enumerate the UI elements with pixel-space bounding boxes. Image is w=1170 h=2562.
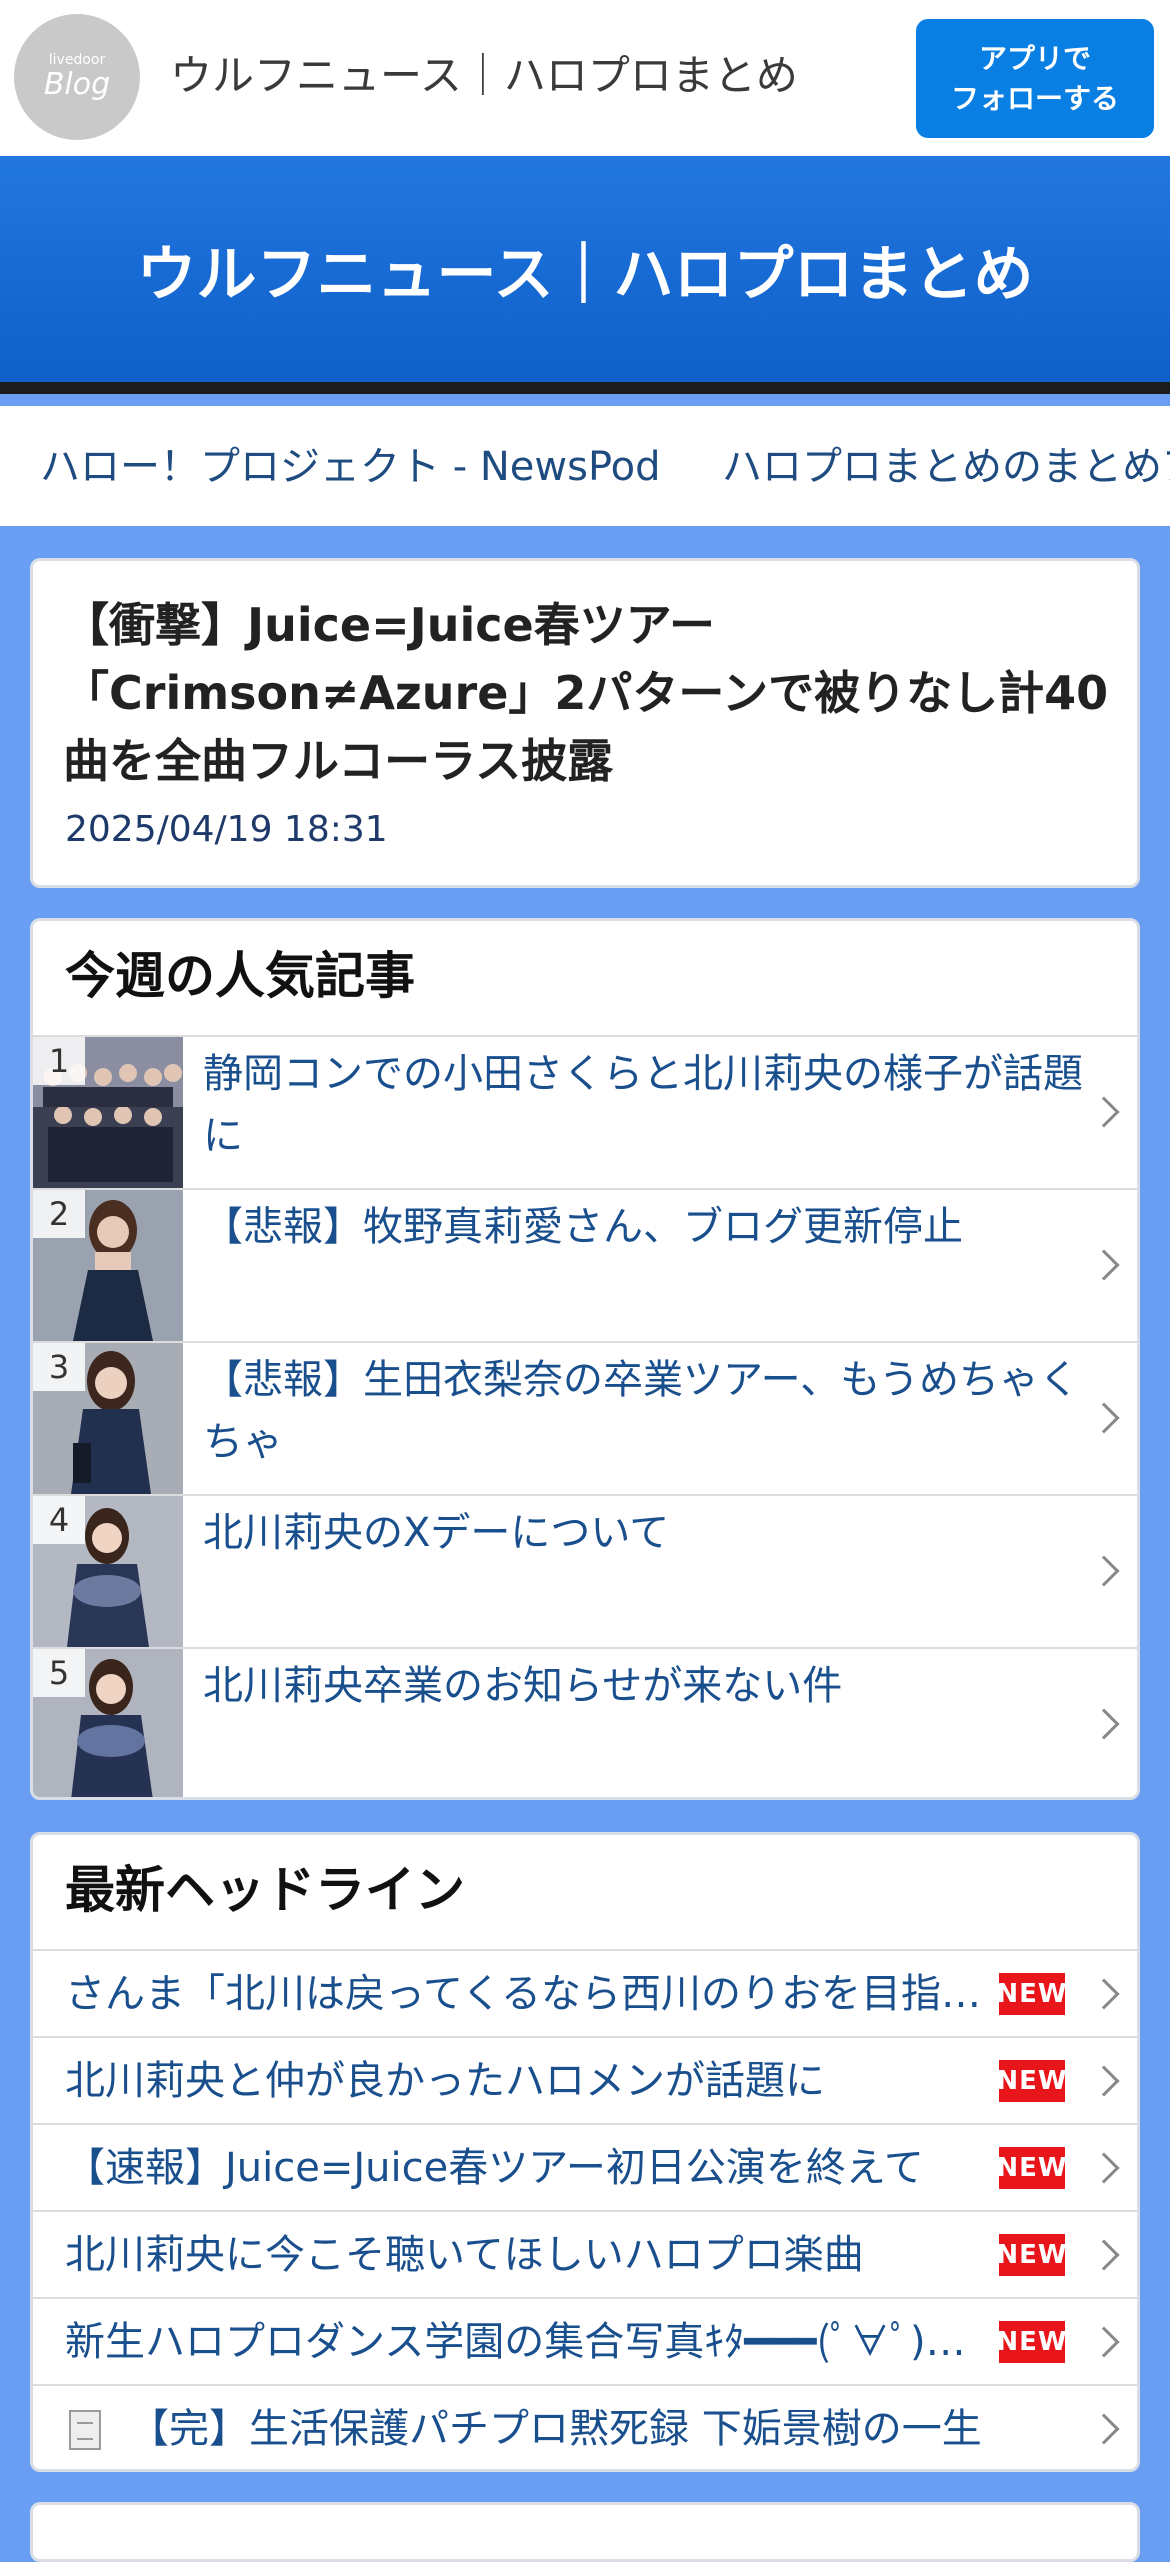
chevron-right-icon [1088,2065,1120,2097]
site-name[interactable]: ウルフニュース｜ハロプロまとめ [170,46,798,106]
link-strip: ハロー！プロジェクト - NewsPod ハロプロまとめのまとめア [0,406,1170,526]
popular-item-title: 北川莉央卒業のお知らせが来ない件 [203,1663,843,1709]
headline-item[interactable]: 北川莉央に今こそ聴いてほしいハロプロ楽曲 NEW [33,2210,1137,2297]
headline-item[interactable]: 新生ハロプロダンス学園の集合写真ｷﾀ━━━(ﾟ∀ﾟ)━━━!! NEW [33,2297,1137,2384]
nav-link-newspod[interactable]: ハロー！プロジェクト - NewsPod [40,442,661,492]
blog-title[interactable]: ウルフニュース｜ハロプロまとめ [137,226,1034,313]
top-bar: livedoor Blog ウルフニュース｜ハロプロまとめ アプリで フォローす… [0,0,1170,156]
follow-in-app-button[interactable]: アプリで フォローする [916,19,1154,138]
popular-item-title: 【悲報】生田衣梨奈の卒業ツアー、もうめちゃくちゃ [203,1357,1079,1465]
chevron-right-icon [1088,2326,1120,2358]
rank-number: 2 [33,1190,85,1238]
new-badge: NEW [996,2321,1067,2363]
popular-item[interactable]: 5 北川莉央卒業のお知らせが来ない件 [33,1647,1137,1797]
livedoor-blog-logo[interactable]: livedoor Blog [14,14,140,140]
headline-item[interactable]: 【速報】Juice=Juice春ツアー初日公演を終えて NEW [33,2123,1137,2210]
headline-title: 北川莉央と仲が良かったハロメンが話題に [65,2058,825,2104]
popular-articles-card: 今週の人気記事 1 静岡コンでの小田さくらと北川莉央の様子が話題に 2 【悲報】… [30,918,1140,1800]
rank-number: 1 [33,1037,85,1085]
headline-title: さんま「北川は戻ってくるなら西川のりおを目指せ」 [65,1971,985,2017]
article-date: 2025/04/19 18:31 [65,809,388,850]
headline-item[interactable]: 北川莉央と仲が良かったハロメンが話題に NEW [33,2036,1137,2123]
headline-title: 【完】生活保護パチプロ黙死録 下姤景樹の一生 [129,2406,982,2452]
popular-item[interactable]: 3 【悲報】生田衣梨奈の卒業ツアー、もうめちゃくちゃ [33,1341,1137,1494]
document-icon [69,2410,101,2450]
follow-line-1: アプリで [978,41,1091,75]
popular-item[interactable]: 1 静岡コンでの小田さくらと北川莉央の様子が話題に [33,1035,1137,1188]
headline-title: 【速報】Juice=Juice春ツアー初日公演を終えて [65,2145,924,2191]
article-title[interactable]: 【衝撃】Juice=Juice春ツアー「Crimson≠Azure」2パターンで… [63,591,1113,795]
new-badge: NEW [996,2147,1067,2189]
headline-title: 新生ハロプロダンス学園の集合写真ｷﾀ━━━(ﾟ∀ﾟ)━━━!! [65,2319,985,2365]
follow-line-2: フォローする [950,81,1119,115]
popular-section-title: 今週の人気記事 [65,947,415,1005]
logo-big-text: Blog [43,67,111,102]
latest-headlines-card: 最新ヘッドライン さんま「北川は戻ってくるなら西川のりおを目指せ」 NEW 北川… [30,1832,1140,2472]
rank-number: 5 [33,1649,85,1697]
popular-item-title: 静岡コンでの小田さくらと北川莉央の様子が話題に [203,1051,1083,1159]
blog-header-banner: ウルフニュース｜ハロプロまとめ [0,156,1170,394]
popular-item[interactable]: 4 北川莉央のXデーについて [33,1494,1137,1647]
headline-title: 北川莉央に今こそ聴いてほしいハロプロ楽曲 [65,2232,864,2278]
rank-number: 3 [33,1343,85,1391]
article-card: 【衝撃】Juice=Juice春ツアー「Crimson≠Azure」2パターンで… [30,558,1140,888]
popular-item-title: 北川莉央のXデーについて [203,1510,670,1556]
next-section-card [30,2502,1140,2562]
headline-item[interactable]: さんま「北川は戻ってくるなら西川のりおを目指せ」 NEW [33,1949,1137,2036]
new-badge: NEW [996,1973,1067,2015]
chevron-right-icon [1088,2239,1120,2271]
popular-item-title: 【悲報】牧野真莉愛さん、ブログ更新停止 [203,1204,963,1250]
chevron-right-icon [1088,2413,1120,2445]
nav-link-matome[interactable]: ハロプロまとめのまとめア [722,442,1170,492]
headline-item[interactable]: 【完】生活保護パチプロ黙死録 下姤景樹の一生 [33,2384,1137,2469]
popular-item[interactable]: 2 【悲報】牧野真莉愛さん、ブログ更新停止 [33,1188,1137,1341]
chevron-right-icon [1088,2152,1120,2184]
headlines-section-title: 最新ヘッドライン [65,1861,465,1919]
new-badge: NEW [996,2060,1067,2102]
logo-small-text: livedoor [48,52,106,68]
new-badge: NEW [996,2234,1067,2276]
rank-number: 4 [33,1496,85,1544]
chevron-right-icon [1088,1978,1120,2010]
